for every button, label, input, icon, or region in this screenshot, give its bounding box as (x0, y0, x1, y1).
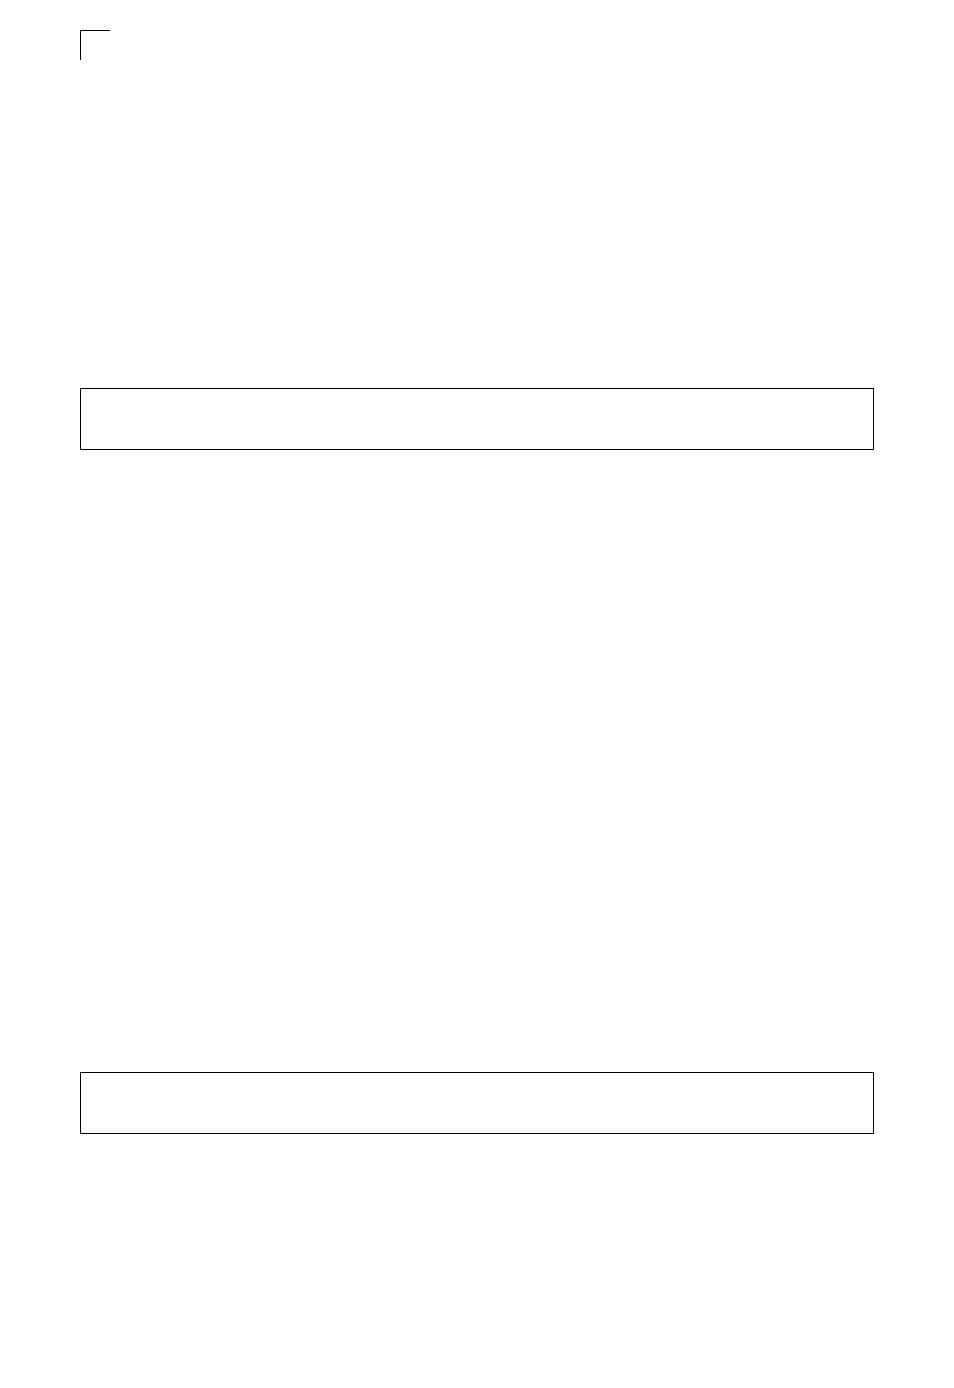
corner-mark-icon (80, 30, 110, 60)
empty-box-2 (80, 1072, 874, 1134)
empty-box-1 (80, 388, 874, 450)
